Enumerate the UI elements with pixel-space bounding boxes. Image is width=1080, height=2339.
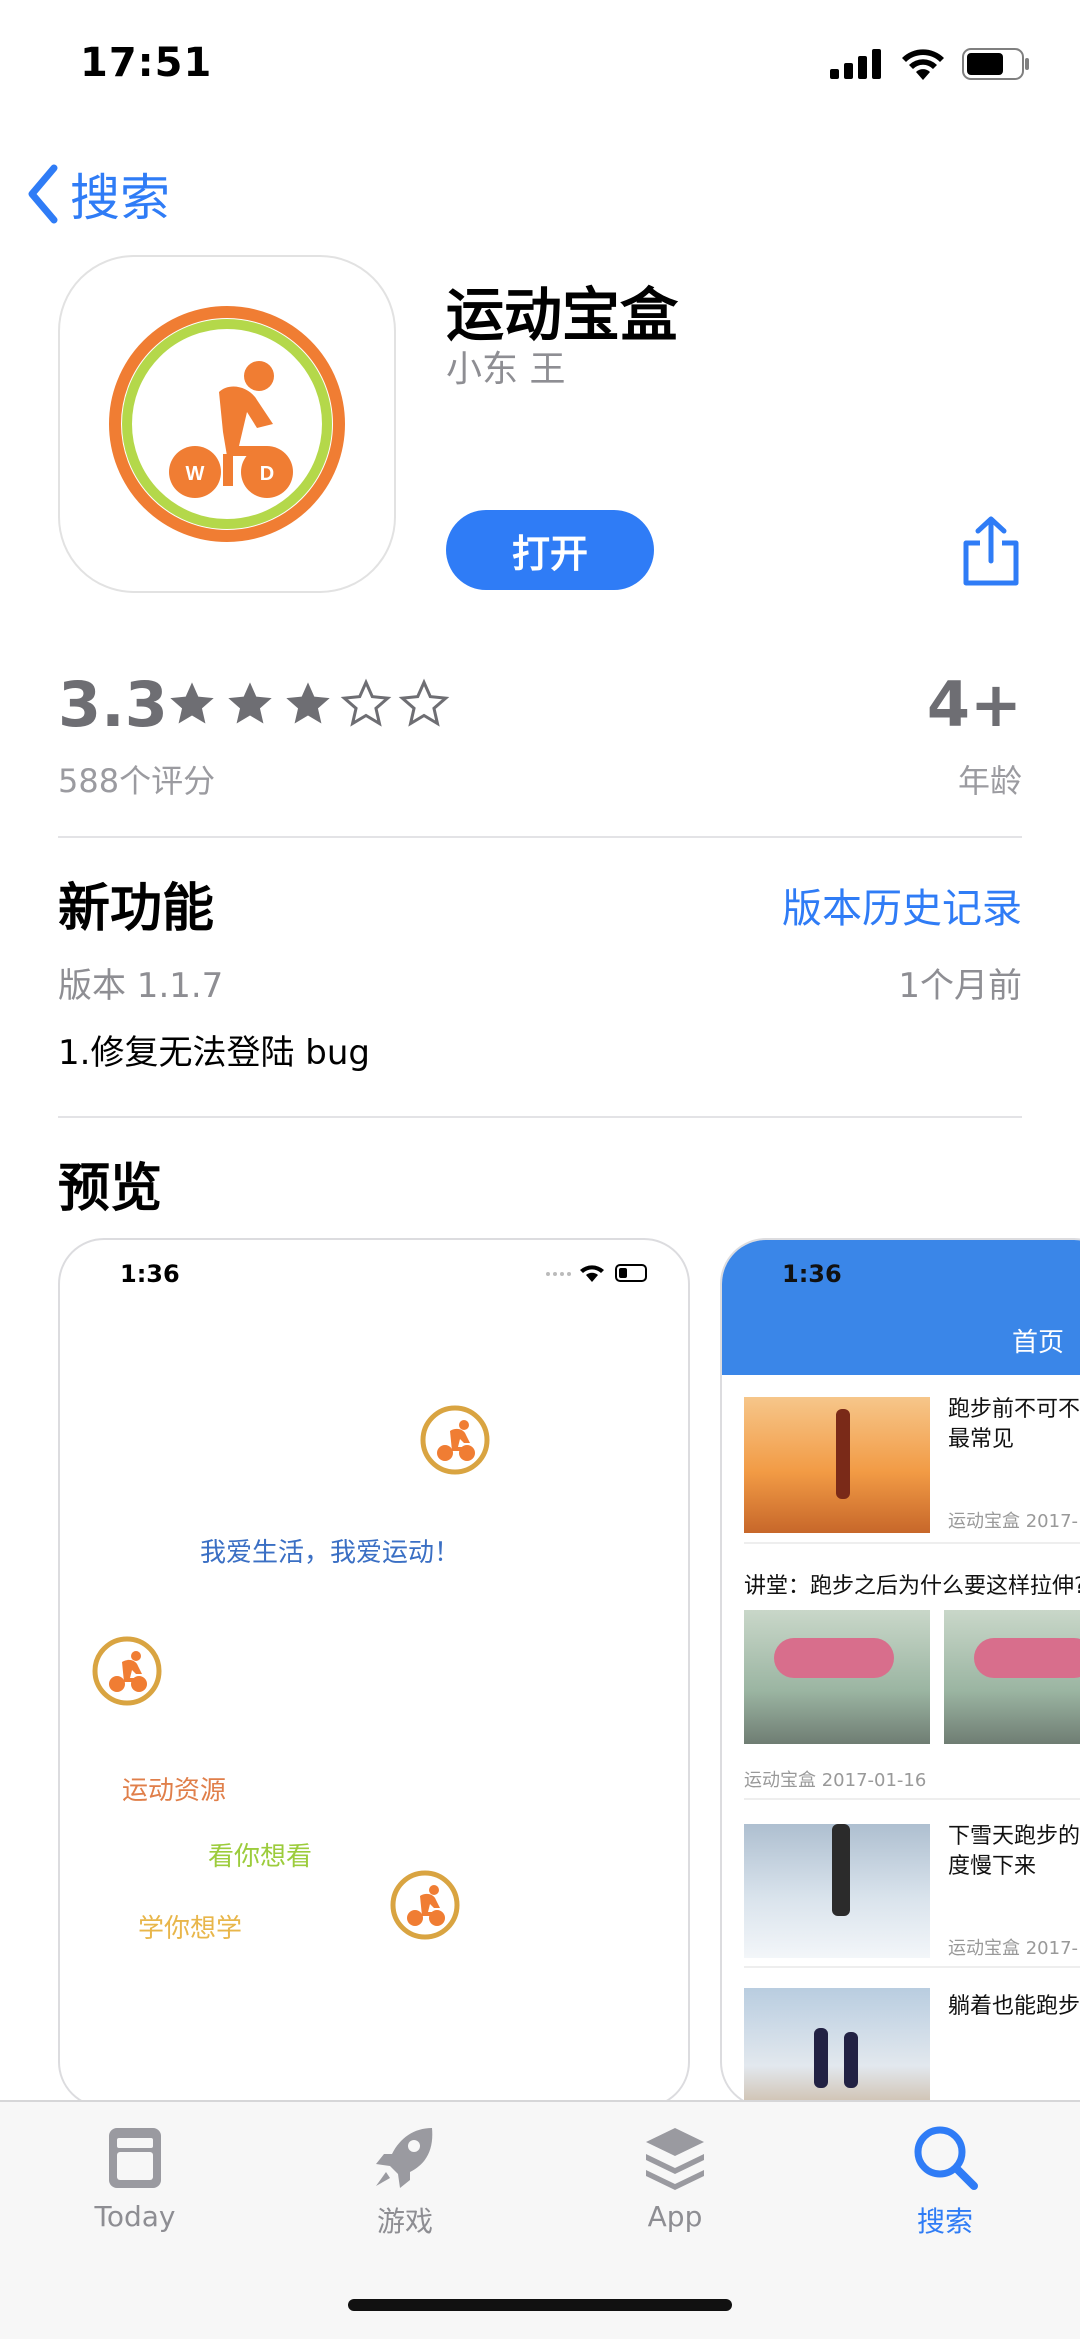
star-filled-icon [286, 682, 330, 724]
screenshot-status-time: 1:36 [120, 1260, 180, 1288]
tab-search[interactable]: 搜索 [865, 2122, 1025, 2240]
tab-label: Today [94, 2200, 176, 2233]
share-button[interactable] [956, 515, 1026, 587]
tab-label: 游戏 [376, 2205, 433, 2238]
mini-logo-icon [390, 1870, 460, 1940]
mini-logo-icon [92, 1636, 162, 1706]
tab-apps[interactable]: App [595, 2122, 755, 2233]
age-label: 年龄 [957, 762, 1022, 800]
release-notes: 1.修复无法登陆 bug [58, 1033, 370, 1073]
today-icon [109, 2128, 161, 2188]
star-empty-icon [340, 678, 392, 727]
divider [58, 836, 1022, 838]
whats-new-title: 新功能 [58, 879, 215, 939]
tab-games[interactable]: 游戏 [325, 2122, 485, 2240]
article-thumbnail [944, 1610, 1080, 1744]
search-icon [914, 2126, 978, 2190]
logo-letter-d: D [260, 463, 274, 485]
screenshot-1[interactable]: 1:36 我爱生活，我爱运动！ 运动资源 看你想看 学你想学 [58, 1238, 690, 2108]
status-time: 17:51 [80, 40, 213, 86]
divider [744, 1798, 1080, 1800]
status-bar: 17:51 [0, 0, 1080, 130]
open-button[interactable]: 打开 [446, 510, 654, 590]
age-rating: 4+ [926, 668, 1022, 741]
ratings-summary: 3.3 588个评分 4+ 年龄 [58, 668, 1022, 800]
rocket-icon [376, 2128, 433, 2188]
battery-icon [962, 48, 1029, 80]
star-filled-icon [228, 682, 272, 724]
screenshot-header-title: 首页 [1012, 1328, 1065, 1358]
star-empty-icon [398, 678, 450, 727]
back-label: 搜索 [70, 169, 170, 227]
app-icon: W D [58, 255, 396, 593]
developer-name[interactable]: 小东 王 [446, 340, 565, 392]
article-title: 躺着也能跑步 [948, 1994, 1080, 2019]
article-meta: 运动宝盒 2017- [948, 1938, 1079, 1959]
article-thumbnail [744, 1397, 930, 1533]
divider [58, 1116, 1022, 1118]
app-slogan: 我爱生活，我爱运动！ [200, 1538, 461, 1568]
divider [744, 1542, 1080, 1544]
version-label: 版本 1.1.7 [58, 966, 224, 1006]
menu-item-resources: 运动资源 [122, 1776, 227, 1806]
screenshot-status-time: 1:36 [782, 1260, 842, 1288]
back-button[interactable]: 搜索 [26, 158, 170, 230]
article-title: 跑步前不可不知 最常见 [948, 1397, 1080, 1452]
signal-icon [830, 49, 881, 79]
mini-logo-icon [420, 1405, 490, 1475]
wifi-icon [902, 49, 944, 80]
home-indicator [348, 2299, 732, 2311]
article-thumbnail [744, 1824, 930, 1958]
share-icon [963, 516, 1019, 586]
menu-item-learn: 学你想学 [138, 1914, 243, 1944]
article-title: 讲堂：跑步之后为什么要这样拉伸? [744, 1574, 1080, 1599]
article-thumbnail [744, 1610, 930, 1744]
article-meta: 运动宝盒 2017-01-16 [744, 1770, 927, 1791]
status-icons [830, 48, 1030, 80]
preview-title: 预览 [58, 1159, 163, 1219]
divider [744, 1966, 1080, 1968]
tab-label: 搜索 [916, 2205, 973, 2238]
cyclist-logo-icon: W D [109, 306, 345, 542]
star-filled-icon [170, 682, 214, 724]
article-meta: 运动宝盒 2017- [948, 1511, 1079, 1532]
star-rating [166, 678, 450, 730]
rating-score: 3.3 [58, 668, 168, 741]
tab-today[interactable]: Today [55, 2122, 215, 2233]
screenshot-header: 1:36 首页 [722, 1240, 1080, 1375]
article-title: 下雪天跑步的人 度慢下来 [948, 1824, 1080, 1879]
tab-label: App [647, 2200, 703, 2233]
screenshot-status-icons [546, 1264, 647, 1282]
logo-letter-w: W [186, 463, 205, 485]
screenshot-2[interactable]: 1:36 首页 跑步前不可不知 最常见 运动宝盒 2017- 讲堂：跑步之后为什… [720, 1238, 1080, 2108]
layers-icon [646, 2128, 704, 2190]
version-date: 1个月前 [898, 966, 1022, 1006]
rating-count: 588个评分 [58, 762, 216, 800]
article-thumbnail [744, 1988, 930, 2106]
chevron-left-icon [28, 164, 58, 224]
version-history-link[interactable]: 版本历史记录 [782, 876, 1022, 934]
menu-item-watch: 看你想看 [208, 1842, 313, 1872]
